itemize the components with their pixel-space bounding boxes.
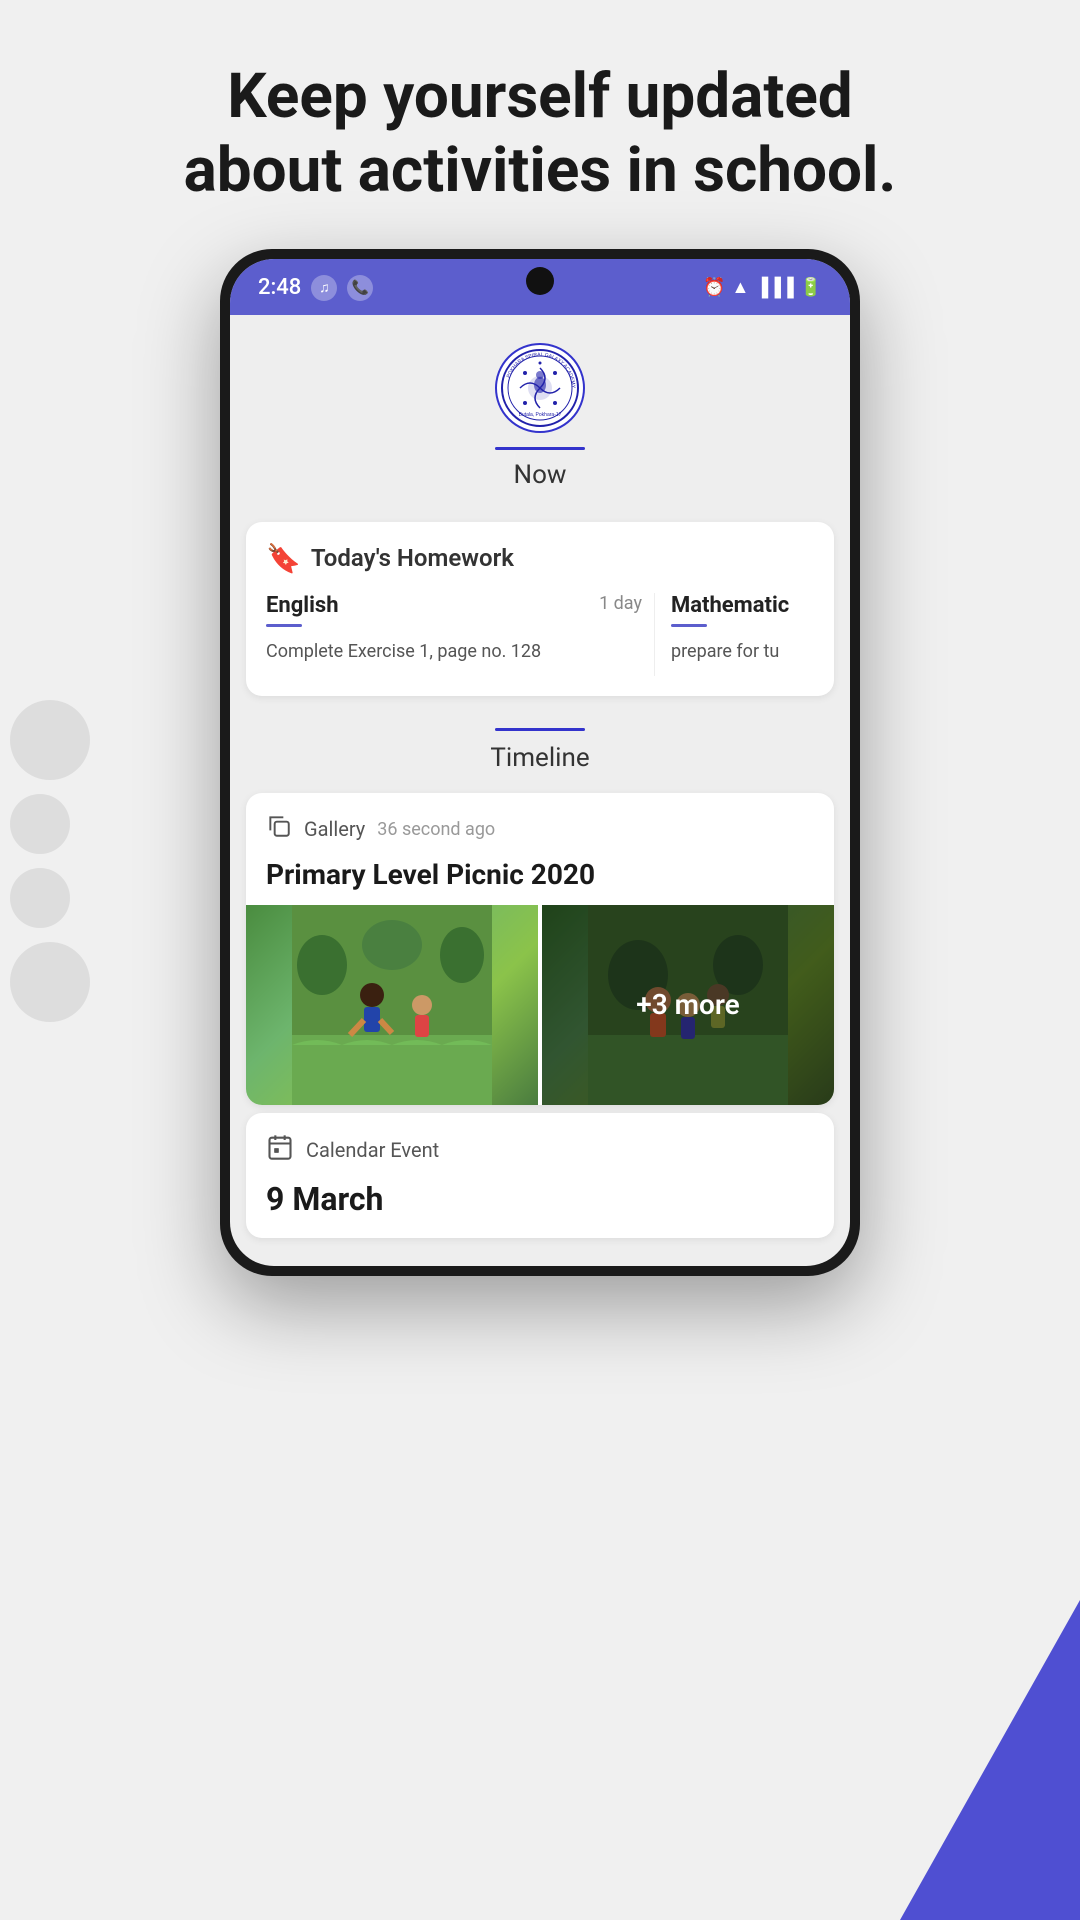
gallery-image-1[interactable] [246,905,538,1105]
blue-triangle-decoration [900,1600,1080,1920]
english-underline [266,624,302,627]
timeline-section: Timeline [230,704,850,785]
homework-subjects: English 1 day Complete Exercise 1, page … [266,593,814,676]
timeline-label: Timeline [490,743,589,773]
subject-english: English 1 day Complete Exercise 1, page … [266,593,654,676]
signal-icon: ▐▐▐ [755,277,793,298]
english-desc: Complete Exercise 1, page no. 128 [266,639,642,664]
status-icons-left: 2:48 ♫ 📞 [258,275,373,301]
english-header: English 1 day [266,593,642,618]
timeline-underline [495,728,585,731]
more-overlay: +3 more [542,905,834,1105]
circle-decorations [10,700,90,1022]
math-name: Mathematic [671,593,789,618]
music-icon: ♫ [311,275,337,301]
wifi-icon: ▲ [731,277,749,298]
gallery-card[interactable]: Gallery 36 second ago Primary Level Picn… [246,793,834,1105]
phone-frame: 2:48 ♫ 📞 ⏰ ▲ ▐▐▐ 🔋 [220,249,860,1276]
more-count-text: +3 more [636,988,739,1021]
gallery-time: 36 second ago [377,819,495,840]
status-time: 2:48 [258,275,301,300]
svg-text:Butala, Pokhara-17: Butala, Pokhara-17 [519,412,562,418]
deco-circle-1 [10,700,90,780]
alarm-icon: ⏰ [703,277,725,298]
battery-icon: 🔋 [800,277,822,298]
cal-meta: Calendar Event [266,1133,814,1168]
calendar-event-card[interactable]: Calendar Event 9 March [246,1113,834,1238]
gallery-type: Gallery [304,817,365,841]
bottom-padding [230,1246,850,1266]
camera-notch [526,267,554,295]
homework-card-title: Today's Homework [311,544,514,572]
status-bar: 2:48 ♫ 📞 ⏰ ▲ ▐▐▐ 🔋 [230,259,850,315]
deco-circle-2 [10,794,70,854]
phone-icon: 📞 [347,275,373,301]
homework-icon: 🔖 [266,542,301,575]
app-header: POKHARA SPIRAL GALAXY ACADEMY Butala, Po… [230,315,850,514]
math-underline [671,624,707,627]
math-desc: prepare for tu [671,639,802,664]
gallery-images: +3 more [246,905,834,1105]
headline-line2: about activities in school. [184,134,897,207]
gallery-title: Primary Level Picnic 2020 [266,858,814,891]
gallery-icon [266,813,292,846]
calendar-icon [266,1133,294,1168]
now-tab-label[interactable]: Now [514,460,567,490]
page-headline: Keep yourself updated about activities i… [104,0,977,249]
status-icons-right: ⏰ ▲ ▐▐▐ 🔋 [703,277,822,298]
deco-circle-4 [10,942,90,1022]
homework-card-header: 🔖 Today's Homework [266,542,814,575]
gallery-image-2[interactable]: +3 more [542,905,834,1105]
subject-math: Mathematic prepare for tu [654,593,814,676]
headline-line1: Keep yourself updated [227,60,852,133]
english-days: 1 day [599,593,642,614]
cal-date: 9 March [266,1180,814,1218]
cal-type-label: Calendar Event [306,1138,439,1162]
english-name: English [266,593,339,618]
math-header: Mathematic [671,593,802,618]
gallery-meta: Gallery 36 second ago [266,813,814,846]
school-logo: POKHARA SPIRAL GALAXY ACADEMY Butala, Po… [495,343,585,433]
now-tab-underline [495,447,585,450]
homework-card: 🔖 Today's Homework English 1 day Complet… [246,522,834,696]
school-logo-svg: POKHARA SPIRAL GALAXY ACADEMY Butala, Po… [500,348,580,428]
deco-circle-3 [10,868,70,928]
phone-screen: 2:48 ♫ 📞 ⏰ ▲ ▐▐▐ 🔋 [230,259,850,1266]
